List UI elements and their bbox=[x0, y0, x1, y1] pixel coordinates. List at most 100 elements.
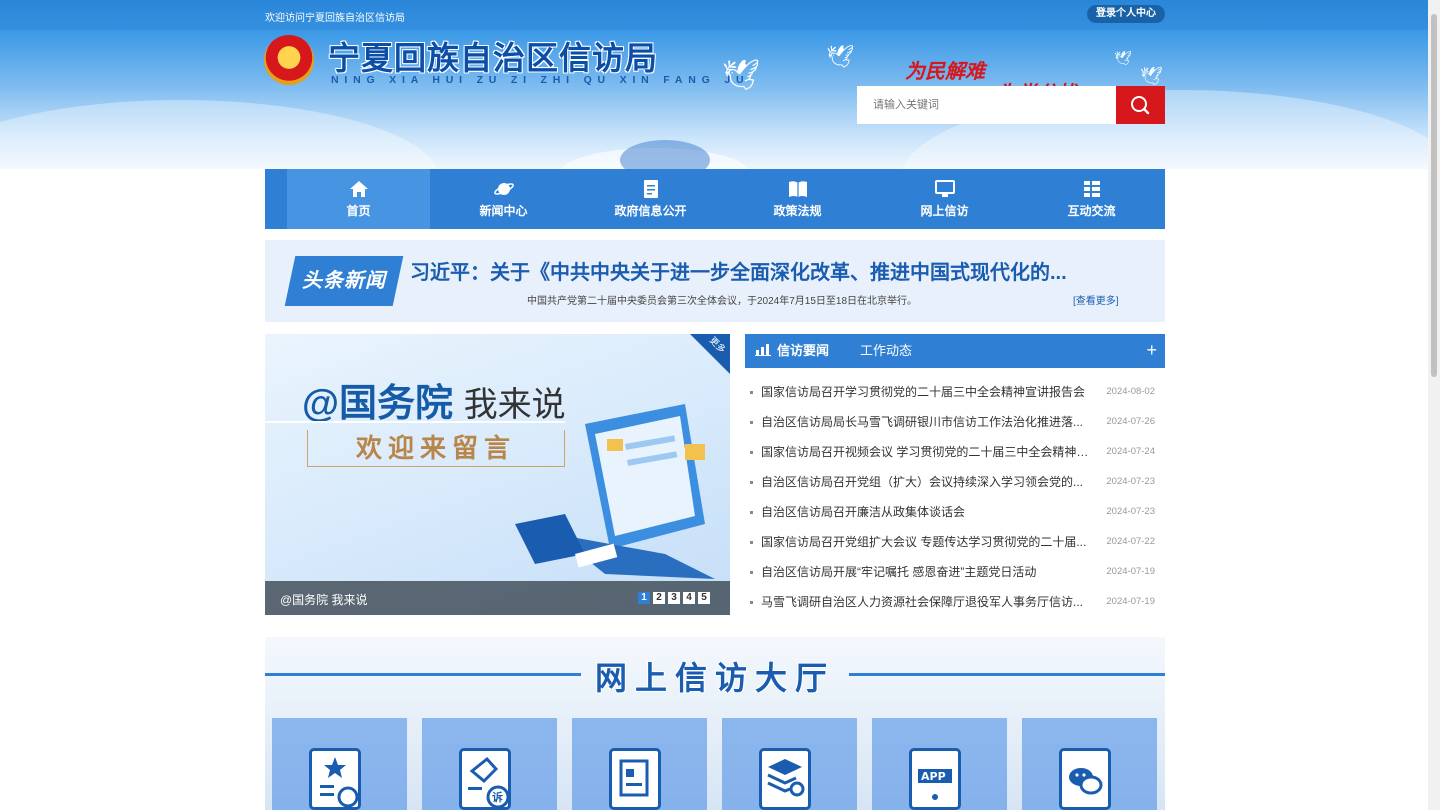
mountain-decoration bbox=[0, 100, 440, 169]
bullet bbox=[750, 481, 753, 484]
news-title[interactable]: 国家信访局召开视频会议 学习贯彻党的二十届三中全会精神 ... bbox=[761, 439, 1089, 465]
national-emblem-icon bbox=[264, 35, 314, 85]
hall-divider-left bbox=[265, 673, 581, 676]
welcome-text: 欢迎访问宁夏回族自治区信访局 bbox=[265, 13, 405, 24]
headline-badge: 头条新闻 bbox=[284, 256, 404, 306]
scrollbar-thumb[interactable] bbox=[1431, 14, 1437, 377]
bullet bbox=[750, 571, 753, 574]
news-item[interactable]: 自治区信访局召开廉洁从政集体谈话会 2024-07-23 bbox=[750, 499, 1160, 529]
nav-label: 新闻中心 bbox=[479, 204, 528, 218]
site-title[interactable]: 宁夏回族自治区信访局 bbox=[328, 33, 658, 79]
hall-divider-right bbox=[849, 673, 1165, 676]
hall-card-query[interactable] bbox=[722, 718, 857, 810]
nav-news-center[interactable]: 新闻中心 bbox=[430, 169, 577, 229]
dove-icon: 🕊 bbox=[1140, 66, 1163, 86]
svg-text:诉: 诉 bbox=[492, 790, 503, 804]
news-list: 国家信访局召开学习贯彻党的二十届三中全会精神宣讲报告会 2024-08-02 自治… bbox=[750, 379, 1160, 619]
news-tab-bar: 信访要闻 工作动态 + bbox=[745, 334, 1165, 368]
slide-caption: @国务院 我来说 bbox=[280, 593, 368, 607]
slide-page-3[interactable]: 3 bbox=[668, 592, 680, 604]
news-item[interactable]: 马雪飞调研自治区人力资源社会保障厅退役军人事务厅信访... 2024-07-19 bbox=[750, 589, 1160, 619]
news-date: 2024-07-23 bbox=[1106, 506, 1155, 517]
dove-icon: 🕊 bbox=[826, 44, 854, 69]
wechat-icon bbox=[1059, 748, 1111, 810]
slide-page-2[interactable]: 2 bbox=[653, 592, 665, 604]
app-icon: APP bbox=[909, 748, 961, 810]
banner-slider[interactable]: @国务院 我来说 欢迎来留言 更多 @国务院 我来说 1 2 3 4 5 bbox=[265, 334, 730, 615]
planet-icon bbox=[493, 183, 514, 195]
news-title[interactable]: 自治区信访局召开党组（扩大）会议持续深入学习领会党的... bbox=[761, 469, 1089, 495]
search-icon bbox=[1131, 96, 1150, 115]
nav-gov-info[interactable]: 政府信息公开 bbox=[577, 169, 724, 229]
news-date: 2024-08-02 bbox=[1106, 386, 1155, 397]
nav-home[interactable]: 首页 bbox=[287, 169, 430, 229]
news-item[interactable]: 国家信访局召开党组扩大会议 专题传达学习贯彻党的二十届... 2024-07-22 bbox=[750, 529, 1160, 559]
news-title[interactable]: 自治区信访局局长马雪飞调研银川市信访工作法治化推进落... bbox=[761, 409, 1089, 435]
slide-page-1[interactable]: 1 bbox=[638, 592, 650, 604]
nav-online-petition[interactable]: 网上信访 bbox=[871, 169, 1018, 229]
slide-page-5[interactable]: 5 bbox=[698, 592, 710, 604]
tab-work-updates[interactable]: 工作动态 bbox=[860, 334, 912, 368]
hall-card-wechat[interactable] bbox=[1022, 718, 1157, 810]
news-title[interactable]: 国家信访局召开党组扩大会议 专题传达学习贯彻党的二十届... bbox=[761, 529, 1089, 555]
news-date: 2024-07-19 bbox=[1106, 566, 1155, 577]
form-icon bbox=[609, 748, 661, 810]
hall-card-form[interactable] bbox=[572, 718, 707, 810]
news-title[interactable]: 自治区信访局召开廉洁从政集体谈话会 bbox=[761, 499, 1089, 525]
news-item[interactable]: 自治区信访局召开党组（扩大）会议持续深入学习领会党的... 2024-07-23 bbox=[750, 469, 1160, 499]
bullet bbox=[750, 511, 753, 514]
grid-icon bbox=[1083, 181, 1100, 197]
news-item[interactable]: 自治区信访局局长马雪飞调研银川市信访工作法治化推进落... 2024-07-26 bbox=[750, 409, 1160, 439]
slide-caption-bar: @国务院 我来说 1 2 3 4 5 bbox=[265, 581, 730, 615]
search-button[interactable] bbox=[1116, 86, 1165, 124]
news-title[interactable]: 自治区信访局开展“牢记嘱托 感恩奋进”主题党日活动 bbox=[761, 559, 1089, 585]
news-title[interactable]: 国家信访局召开学习贯彻党的二十届三中全会精神宣讲报告会 bbox=[761, 379, 1089, 405]
headline-more-link[interactable]: [查看更多] bbox=[1073, 292, 1119, 307]
header-banner bbox=[0, 30, 1428, 169]
slide-heading-1: @国务院 bbox=[302, 383, 454, 425]
news-date: 2024-07-23 bbox=[1106, 476, 1155, 487]
news-title[interactable]: 马雪飞调研自治区人力资源社会保障厅退役军人事务厅信访... bbox=[761, 589, 1089, 615]
nav-label: 政策法规 bbox=[773, 204, 822, 218]
search-input[interactable] bbox=[857, 86, 1116, 124]
nav-label: 政府信息公开 bbox=[614, 204, 687, 218]
headline-title[interactable]: 习近平：关于《中共中央关于进一步全面深化改革、推进中国式现代化的... bbox=[410, 256, 1067, 285]
tab-label: 信访要闻 bbox=[777, 343, 830, 358]
news-item[interactable]: 自治区信访局开展“牢记嘱托 感恩奋进”主题党日活动 2024-07-19 bbox=[750, 559, 1160, 589]
main-nav: 首页 新闻中心 政府信息公开 政策法规 网上信访 互动交流 bbox=[265, 169, 1165, 229]
nav-label: 互动交流 bbox=[1067, 204, 1116, 218]
nav-interaction[interactable]: 互动交流 bbox=[1018, 169, 1165, 229]
nav-label: 首页 bbox=[346, 204, 371, 218]
chart-icon bbox=[755, 344, 771, 356]
home-icon bbox=[349, 181, 368, 197]
news-more-button[interactable]: + bbox=[1146, 340, 1157, 361]
bullet bbox=[750, 421, 753, 424]
bullet bbox=[750, 451, 753, 454]
wave-decoration bbox=[620, 140, 710, 169]
tab-petition-news[interactable]: 信访要闻 bbox=[755, 334, 829, 368]
slide-page-4[interactable]: 4 bbox=[683, 592, 695, 604]
nav-policy[interactable]: 政策法规 bbox=[724, 169, 871, 229]
news-date: 2024-07-24 bbox=[1106, 446, 1155, 457]
hall-card-app[interactable]: APP bbox=[872, 718, 1007, 810]
slide-pagination: 1 2 3 4 5 bbox=[638, 592, 710, 604]
hall-card-complaint[interactable]: 诉 bbox=[422, 718, 557, 810]
news-date: 2024-07-22 bbox=[1106, 536, 1155, 547]
news-date: 2024-07-26 bbox=[1106, 416, 1155, 427]
bullet bbox=[750, 541, 753, 544]
document-icon bbox=[643, 180, 658, 198]
dove-icon: 🕊 bbox=[1114, 50, 1132, 66]
login-button[interactable]: 登录个人中心 bbox=[1087, 5, 1165, 23]
news-item[interactable]: 国家信访局召开学习贯彻党的二十届三中全会精神宣讲报告会 2024-08-02 bbox=[750, 379, 1160, 409]
page-scrollbar[interactable] bbox=[1428, 0, 1440, 810]
top-bar: 欢迎访问宁夏回族自治区信访局 登录个人中心 bbox=[0, 0, 1428, 30]
hall-title: 网上信访大厅 bbox=[594, 659, 835, 697]
dove-icon: 🕊 bbox=[722, 59, 761, 92]
hall-card-guide[interactable] bbox=[272, 718, 407, 810]
svg-text:APP: APP bbox=[921, 770, 946, 783]
site-pinyin: NING XIA HUI ZU ZI ZHI QU XIN FANG JU bbox=[331, 74, 750, 86]
bullet bbox=[750, 391, 753, 394]
headline-subtitle: 中国共产党第二十届中央委员会第三次全体会议，于2024年7月15日至18日在北京… bbox=[527, 296, 918, 307]
book-icon bbox=[788, 181, 807, 197]
news-item[interactable]: 国家信访局召开视频会议 学习贯彻党的二十届三中全会精神 ... 2024-07-2… bbox=[750, 439, 1160, 469]
